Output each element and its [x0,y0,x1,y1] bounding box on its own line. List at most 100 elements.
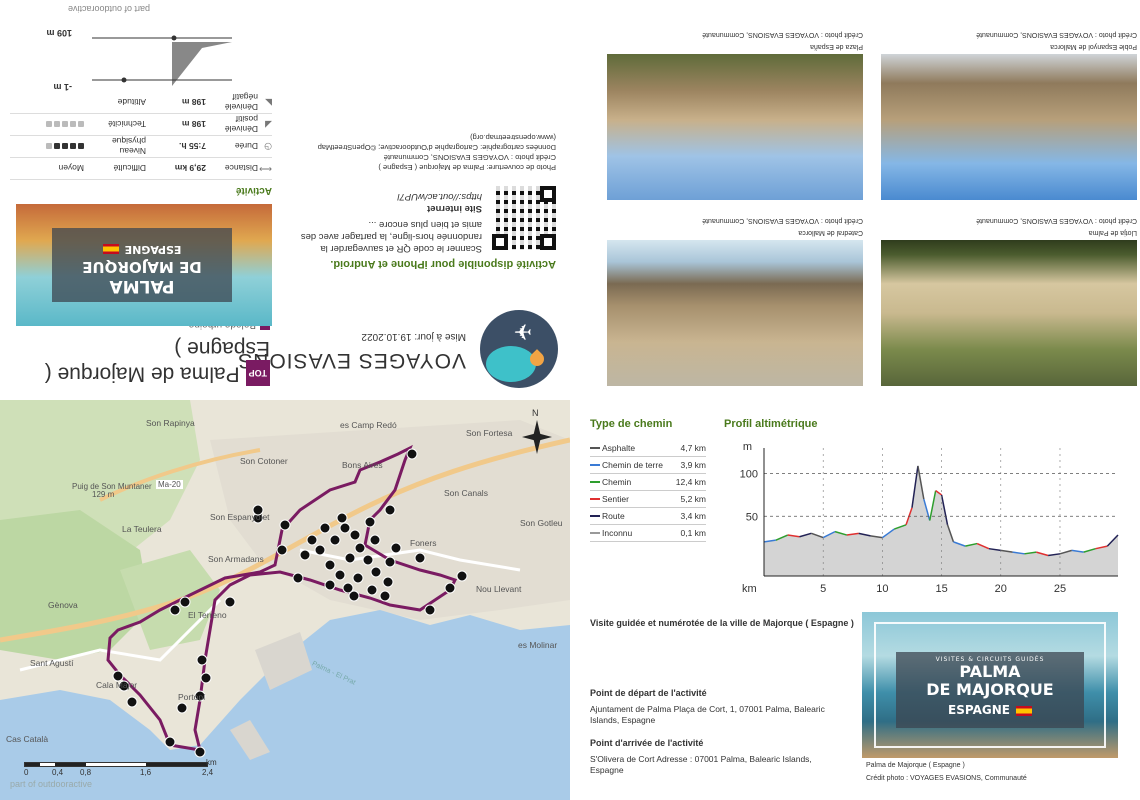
surface-heading: Type de chemin [590,418,673,430]
map-label: El Terreno [188,610,227,620]
profile-heading: Profil altimétrique [724,418,818,430]
photo-credit: Crédit photo : VOYAGES EVASIONS, Communa… [976,31,1137,38]
spain-flag-icon [1015,705,1032,716]
cover-line3: ESPAGNE [896,703,1084,717]
info-panel: ✈ VOYAGES EVASIONS Mise à jour: 19.10.20… [0,0,570,400]
map-label: Son Rapinya [146,418,195,428]
details-panel: Type de chemin Asphalte 4,7 km Chemin de … [570,400,1140,800]
qr-description: Scanner le code QR et sauvegarder la ran… [300,219,482,254]
photo-panel: Catedral de Mallorca Crédit photo : VOYA… [570,0,1140,400]
agency-name: VOYAGES EVASIONS [237,349,466,372]
activity-heading: Activité [235,185,272,196]
map-label: Cala Major [96,680,138,690]
scale-label: 0,4 [52,768,64,777]
map-label: Son Armadans [208,554,264,564]
stat-row: ⟷ Distance 29,9 km Difficulté Moyen [10,158,272,180]
cover-line1: PALMA [959,662,1021,681]
activity-stats: ⟷ Distance 29,9 km Difficulté Moyen ◷ Du… [10,92,272,180]
clock-icon: ◷ [264,142,272,152]
stat-row: ◢ Dénivelé positif 198 m Technicité [10,114,272,136]
visit-title: Visite guidée et numérotée de la ville d… [590,618,854,628]
map-label: es Camp Redó [340,420,397,430]
table-row: Asphalte 4,7 km [590,440,706,457]
photo-catedral [607,240,863,386]
cover-line2: DE MAJORQUE [82,258,202,276]
agency-logo: ✈ [480,310,558,388]
route-map[interactable]: Son Rapinya Puig de Son Muntaner 129 m M… [0,400,570,800]
scale-bar [24,762,208,767]
x-tick-label: 20 [995,583,1007,594]
elevation-profile: 50 100 5 10 15 20 25 m km [740,441,1119,594]
map-label: Cas Català [6,734,49,744]
scale-label: 2,4 [202,768,214,777]
map-label: La Teulera [122,524,162,534]
altitude-min: -1 m [53,82,72,92]
cover-image: VISITES & CIRCUITS GUIDÉS PALMA DE MAJOR… [862,612,1118,758]
surface-table: Asphalte 4,7 km Chemin de terre 3,9 km Che… [590,440,706,542]
start-text: Ajuntament de Palma Plaça de Cort, 1, 07… [590,704,825,725]
cover-line1: PALMA [109,276,175,296]
photo-credit: Crédit photo : VOYAGES EVASIONS, Communa… [702,217,863,224]
map-watermark: part of outdooractive [10,779,93,789]
start-heading: Point de départ de l'activité [590,688,707,698]
map-label: Sant Agustí [30,658,74,668]
outdooractive-credit: part of outdooractive [67,4,150,14]
photo-plaza-espana [607,54,863,200]
app-availability: Activité disponible pour iPhone et Andro… [330,258,556,270]
map-label: 129 m [92,490,115,499]
x-tick-label: 25 [1054,583,1066,594]
map-label: Son Fortesa [466,428,513,438]
title-block: TOPPalma de Majorque ( Espagne ) Balade … [10,319,270,386]
credits: Photo de couverture: Palma de Majorque (… [317,133,556,172]
map-label: Foners [410,538,437,548]
end-heading: Point d'arrivée de l'activité [590,738,704,748]
ascent-icon: ◢ [265,120,272,130]
x-tick-label: 5 [820,583,826,594]
table-row: Route 3,4 km [590,508,706,525]
technique-dots [44,120,84,130]
scale-label: 0 [24,768,29,777]
top-badge: TOP [245,360,270,386]
website-url[interactable]: https://out.ac/wUP7l [398,191,482,202]
table-row: Chemin de terre 3,9 km [590,457,706,474]
photo-llotja [881,240,1137,386]
map-label: es Molinar [518,640,558,650]
cover-line2: DE MAJORQUE [926,680,1054,699]
map-label: Gènova [48,600,78,610]
photo-poble-espanyol [881,54,1137,200]
table-row: Sentier 5,2 km [590,491,706,508]
descent-icon: ◣ [265,98,272,108]
map-label: Son Cotoner [240,456,288,466]
website: Site internet https://out.ac/wUP7l [282,190,482,214]
photo-title: Poble Espanyol de Mallorca [1050,43,1137,50]
page-title: TOPPalma de Majorque ( Espagne ) [44,337,270,386]
profile-area [764,465,1118,576]
cover-image: PALMA DE MAJORQUE ESPAGNE [16,204,272,326]
update-date: Mise à jour: 19.10.2022 [361,331,466,342]
y-axis-label: m [743,441,752,453]
y-tick-label: 100 [740,469,758,481]
x-tick-label: 10 [876,583,888,594]
table-row: Chemin 12,4 km [590,474,706,491]
x-axis-label: km [742,583,757,594]
airplane-icon: ✈ [513,319,532,344]
website-label: Site internet [427,203,482,214]
photo-title: Plaza de España [810,43,863,50]
photo-title: Catedral de Mallorca [798,229,863,236]
scale-unit: km [206,758,217,767]
stat-row: ◷ Durée 7:55 h. Niveau physique [10,136,272,158]
map-label: Portopí [178,692,206,702]
cover-line3: ESPAGNE [52,243,232,256]
stat-row: ◣ Dénivelé négatif 198 m Altitude [10,92,272,114]
distance-icon: ⟷ [259,164,272,174]
map-label: Bons Aires [342,460,383,470]
photo-title: Llotja de Palma [1088,229,1137,236]
cover-credit: Crédit photo : VOYAGES EVASIONS, Communa… [866,775,1027,782]
end-text: S'Olivera de Cort Adresse : 07001 Palma,… [590,754,812,775]
y-tick-label: 50 [746,511,758,523]
map-label: Son Espanyolet [210,512,270,522]
scale-label: 1,6 [140,768,152,777]
photo-credit: Crédit photo : VOYAGES EVASIONS, Communa… [702,31,863,38]
altitude-max: 109 m [46,28,72,38]
x-tick-label: 15 [935,583,947,594]
